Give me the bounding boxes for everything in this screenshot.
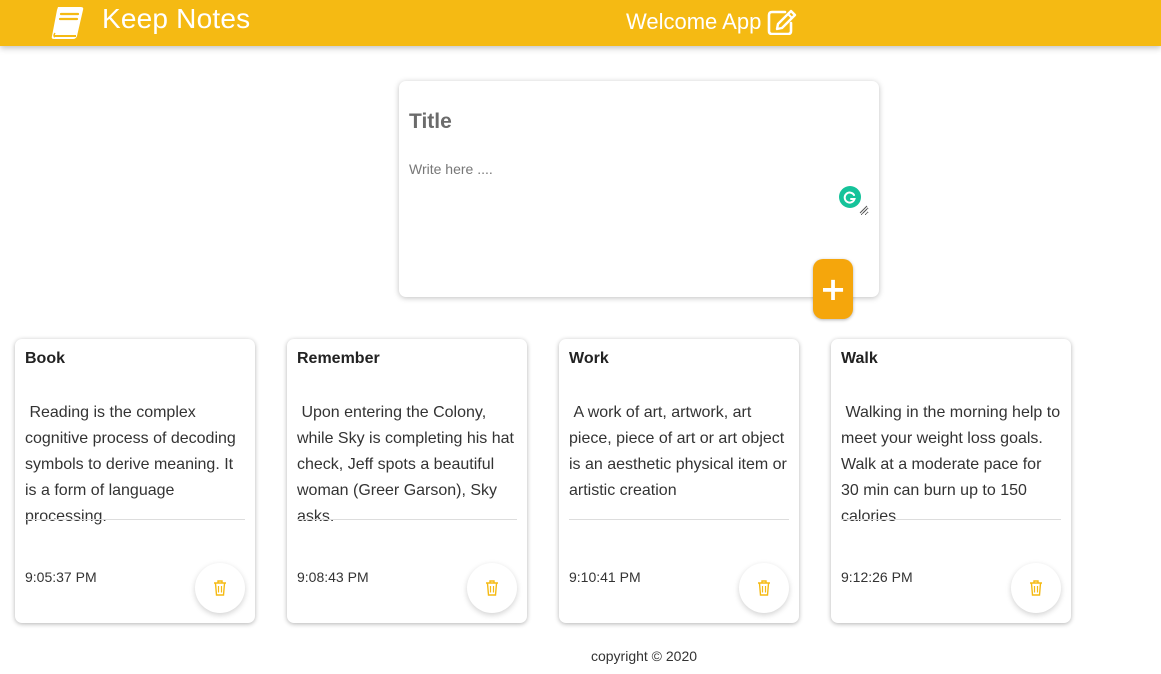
footer: copyright © 2020: [0, 648, 1161, 664]
resize-grip-icon[interactable]: [858, 204, 868, 214]
trash-icon: [486, 580, 498, 596]
book-icon: [51, 7, 84, 39]
welcome-label: Welcome App: [626, 9, 762, 34]
trash-icon: [1030, 580, 1042, 596]
divider: [569, 519, 789, 520]
trash-icon: [214, 580, 226, 596]
add-note-button[interactable]: +: [813, 259, 853, 319]
note-content: A work of art, artwork, art piece, piece…: [569, 404, 792, 499]
note-composer: [399, 81, 879, 297]
app-header: Keep Notes Welcome App: [0, 0, 1161, 46]
welcome-link[interactable]: Welcome App: [626, 9, 797, 35]
note-title: Walk: [841, 350, 878, 367]
note-timestamp: 9:05:37 PM: [25, 569, 97, 585]
note-title: Book: [25, 350, 65, 367]
delete-note-button[interactable]: [1011, 563, 1061, 613]
delete-note-button[interactable]: [739, 563, 789, 613]
note-timestamp: 9:10:41 PM: [569, 569, 641, 585]
note-content: Upon entering the Colony, while Sky is c…: [297, 404, 519, 525]
note-title: Work: [569, 350, 609, 367]
delete-note-button[interactable]: [195, 563, 245, 613]
divider: [297, 519, 517, 520]
note-timestamp: 9:08:43 PM: [297, 569, 369, 585]
delete-note-button[interactable]: [467, 563, 517, 613]
trash-icon: [758, 580, 770, 596]
note-content: Reading is the complex cognitive process…: [25, 404, 241, 525]
note-card: Book Reading is the complex cognitive pr…: [15, 339, 255, 623]
note-content: Walking in the morning help to meet your…: [841, 404, 1065, 525]
divider: [25, 519, 245, 520]
note-card: Remember Upon entering the Colony, while…: [287, 339, 527, 623]
title-input[interactable]: [409, 107, 849, 137]
app-title: Keep Notes: [102, 3, 251, 34]
edit-icon: [768, 9, 797, 35]
note-card: Walk Walking in the morning help to meet…: [831, 339, 1071, 623]
note-title: Remember: [297, 350, 380, 367]
divider: [841, 519, 1061, 520]
note-card: Work A work of art, artwork, art piece, …: [559, 339, 799, 623]
note-timestamp: 9:12:26 PM: [841, 569, 913, 585]
content-textarea[interactable]: [409, 161, 869, 216]
brand: Keep Notes: [48, 3, 250, 43]
copyright-text: copyright © 2020: [590, 648, 698, 664]
